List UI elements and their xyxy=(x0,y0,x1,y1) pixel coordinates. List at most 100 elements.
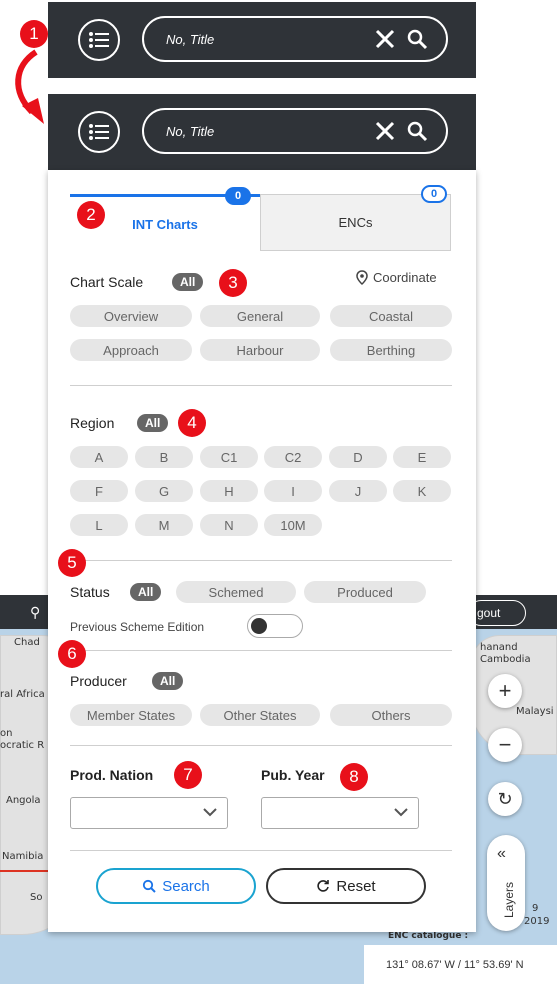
search-bar xyxy=(48,2,476,78)
region-option[interactable]: M xyxy=(135,514,193,536)
region-option[interactable]: H xyxy=(200,480,258,502)
list-icon xyxy=(89,32,109,48)
zoom-out-button[interactable]: − xyxy=(488,728,522,762)
region-option[interactable]: K xyxy=(393,480,451,502)
step-marker: 8 xyxy=(340,763,368,791)
satellite-icon[interactable]: ⚲ xyxy=(30,604,40,621)
map-label: ral Africa xyxy=(0,689,45,700)
pub-year-label: Pub. Year xyxy=(261,767,325,783)
step-marker: 6 xyxy=(58,640,86,668)
region-option[interactable]: C2 xyxy=(264,446,322,468)
minus-icon: − xyxy=(498,732,512,757)
double-chevron-left-icon: « xyxy=(497,845,506,862)
region-option[interactable]: C1 xyxy=(200,446,258,468)
step-marker: 7 xyxy=(174,761,202,789)
map-label: on xyxy=(0,728,13,739)
search-icon[interactable] xyxy=(406,28,428,50)
rotate-reset-button[interactable]: ↻ xyxy=(488,782,522,816)
layers-label: Layers xyxy=(502,881,517,919)
region-title: Region xyxy=(70,415,115,431)
enc-count-badge: 0 xyxy=(421,185,447,203)
int-count-badge: 0 xyxy=(225,187,251,205)
step-marker: 4 xyxy=(178,409,206,437)
coordinate-link[interactable]: Coordinate xyxy=(356,270,437,285)
map-label: Cambodia xyxy=(480,654,531,665)
toggle-knob xyxy=(251,618,267,634)
map-label: ocratic R xyxy=(0,740,45,751)
producer-option[interactable]: Others xyxy=(330,704,452,726)
region-option[interactable]: N xyxy=(200,514,258,536)
region-option[interactable]: I xyxy=(264,480,322,502)
step-marker: 3 xyxy=(219,269,247,297)
map-label: 9 xyxy=(532,903,539,914)
producer-option[interactable]: Member States xyxy=(70,704,192,726)
chart-scale-option[interactable]: Approach xyxy=(70,339,192,361)
search-input[interactable] xyxy=(166,29,346,49)
chart-scale-option[interactable]: Berthing xyxy=(330,339,452,361)
search-icon[interactable] xyxy=(406,120,428,142)
reset-button[interactable]: Reset xyxy=(266,868,426,904)
tab-encs[interactable]: ENCs 0 xyxy=(260,185,451,251)
clear-icon[interactable] xyxy=(374,28,396,50)
chart-scale-option[interactable]: Coastal xyxy=(330,305,452,327)
previous-scheme-label: Previous Scheme Edition xyxy=(70,620,205,634)
divider xyxy=(70,385,452,386)
reset-button-label: Reset xyxy=(336,877,376,895)
refresh-icon: ↻ xyxy=(497,788,513,809)
chart-scale-option[interactable]: Harbour xyxy=(200,339,320,361)
region-option[interactable]: B xyxy=(135,446,193,468)
region-option[interactable]: E xyxy=(393,446,451,468)
region-all-toggle[interactable]: All xyxy=(137,414,169,432)
prod-nation-select[interactable] xyxy=(70,797,228,829)
plus-icon: + xyxy=(498,678,512,703)
divider xyxy=(70,850,452,851)
logout-label: gout xyxy=(477,606,501,620)
chart-scale-all-toggle[interactable]: All xyxy=(172,273,204,291)
step-marker: 5 xyxy=(58,549,86,577)
producer-option[interactable]: Other States xyxy=(200,704,320,726)
status-all-toggle[interactable]: All xyxy=(130,583,162,601)
region-option[interactable]: J xyxy=(329,480,387,502)
producer-title: Producer xyxy=(70,673,127,689)
map-label: 2019 xyxy=(524,916,550,927)
search-button[interactable]: Search xyxy=(96,868,256,904)
location-pin-icon xyxy=(356,270,368,285)
chevron-down-icon xyxy=(203,808,217,817)
region-option[interactable]: A xyxy=(70,446,128,468)
menu-button[interactable] xyxy=(78,19,120,61)
menu-button[interactable] xyxy=(78,111,120,153)
search-icon xyxy=(143,879,156,893)
logout-button[interactable]: gout xyxy=(468,600,526,626)
divider xyxy=(70,745,452,746)
search-input[interactable] xyxy=(166,121,346,141)
previous-scheme-toggle[interactable] xyxy=(247,614,303,638)
chevron-down-icon xyxy=(394,808,408,817)
search-button-label: Search xyxy=(162,877,210,895)
chart-scale-option[interactable]: Overview xyxy=(70,305,192,327)
region-option[interactable]: F xyxy=(70,480,128,502)
divider xyxy=(70,560,452,561)
map-label: hanand xyxy=(480,642,518,653)
region-option[interactable]: L xyxy=(70,514,128,536)
producer-all-toggle[interactable]: All xyxy=(152,672,184,690)
zoom-in-button[interactable]: + xyxy=(488,674,522,708)
map-label: Malaysi xyxy=(516,706,554,717)
search-box xyxy=(142,16,448,62)
region-option[interactable]: G xyxy=(135,480,193,502)
search-filter-panel: INT Charts 0 ENCs 0 Chart Scale All Coor… xyxy=(48,170,476,932)
curved-arrow-icon xyxy=(15,49,44,124)
clear-icon[interactable] xyxy=(374,120,396,142)
map-label: Namibia xyxy=(2,851,44,862)
region-option[interactable]: 10M xyxy=(264,514,322,536)
coordinate-readout: 131° 08.67' W / 11° 53.69' N xyxy=(364,945,557,984)
map-label: Chad xyxy=(14,637,40,648)
prod-nation-label: Prod. Nation xyxy=(70,767,154,783)
status-option[interactable]: Schemed xyxy=(176,581,296,603)
pub-year-select[interactable] xyxy=(261,797,419,829)
layers-button[interactable]: « Layers xyxy=(487,835,525,931)
map-label: Angola xyxy=(6,795,41,806)
status-option[interactable]: Produced xyxy=(304,581,426,603)
chart-scale-option[interactable]: General xyxy=(200,305,320,327)
route-line xyxy=(0,870,50,872)
region-option[interactable]: D xyxy=(329,446,387,468)
